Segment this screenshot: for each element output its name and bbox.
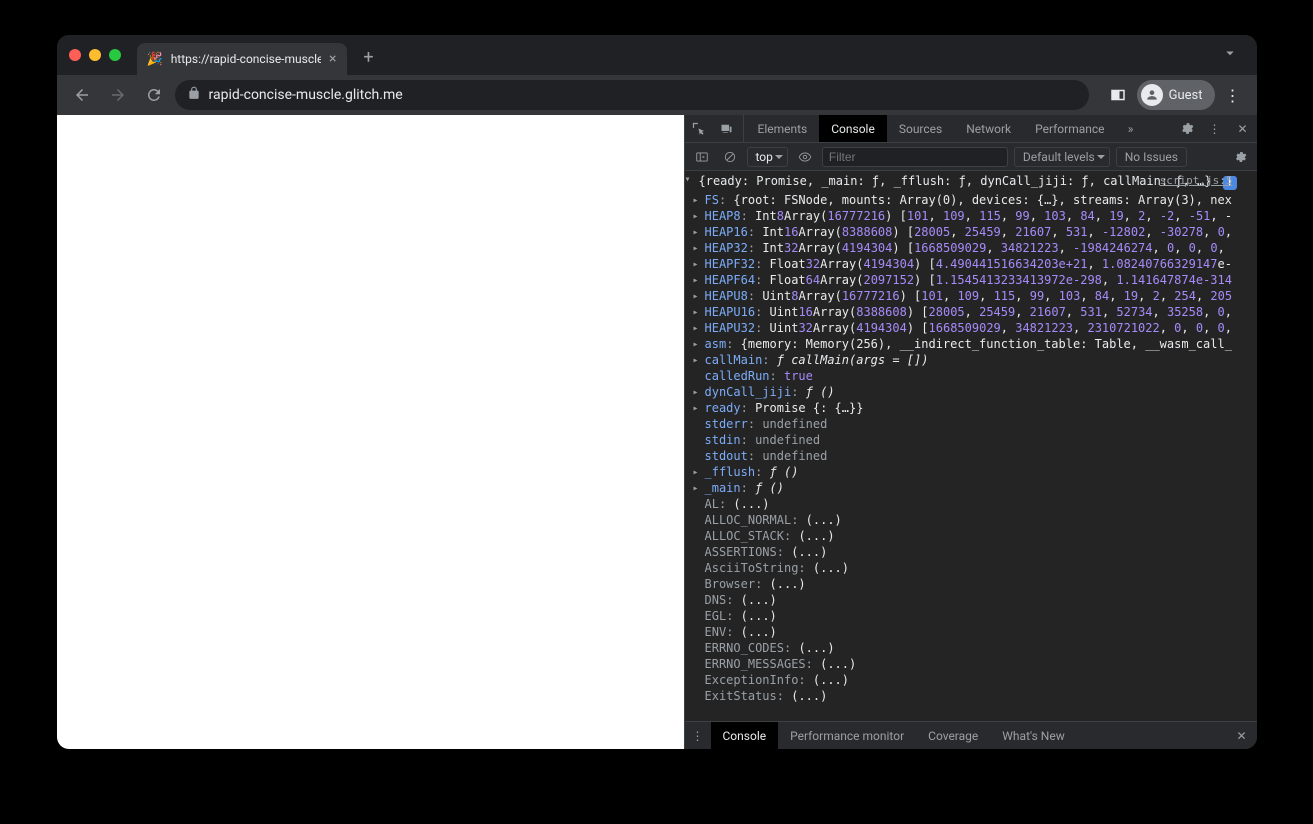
object-property[interactable]: callMain: ƒ callMain(args = []) bbox=[685, 352, 1257, 368]
tab-strip: 🎉 https://rapid-concise-muscle.g × + bbox=[57, 35, 1257, 75]
object-property: ENV: (...) bbox=[685, 624, 1257, 640]
object-property: ASSERTIONS: (...) bbox=[685, 544, 1257, 560]
issues-button[interactable]: No Issues bbox=[1116, 147, 1187, 167]
profile-label: Guest bbox=[1169, 88, 1203, 103]
object-property[interactable]: HEAP16: Int16Array(8388608) [28005, 2545… bbox=[685, 224, 1257, 240]
object-property[interactable]: _main: ƒ () bbox=[685, 480, 1257, 496]
devtools-tab-bar: ElementsConsoleSourcesNetworkPerformance… bbox=[685, 115, 1257, 143]
object-property: Browser: (...) bbox=[685, 576, 1257, 592]
object-property: AsciiToString: (...) bbox=[685, 560, 1257, 576]
object-property: ExitStatus: (...) bbox=[685, 688, 1257, 704]
close-window-button[interactable] bbox=[69, 49, 81, 61]
page-viewport[interactable] bbox=[57, 115, 684, 749]
inspect-element-button[interactable] bbox=[685, 115, 713, 142]
url-text: rapid-concise-muscle.glitch.me bbox=[209, 87, 403, 103]
toggle-sidebar-button[interactable] bbox=[691, 146, 713, 168]
drawer-menu-button[interactable]: ⋮ bbox=[685, 729, 711, 743]
clear-console-button[interactable] bbox=[719, 146, 741, 168]
execution-context-selector[interactable]: top bbox=[747, 147, 788, 167]
content-area: ElementsConsoleSourcesNetworkPerformance… bbox=[57, 115, 1257, 749]
devtools-tab-elements[interactable]: Elements bbox=[746, 115, 820, 142]
profile-button[interactable]: Guest bbox=[1137, 80, 1215, 110]
device-toolbar-button[interactable] bbox=[713, 115, 741, 142]
console-settings-button[interactable] bbox=[1229, 146, 1251, 168]
drawer-tab-coverage[interactable]: Coverage bbox=[916, 722, 990, 749]
object-property: EGL: (...) bbox=[685, 608, 1257, 624]
devtools-tab-network[interactable]: Network bbox=[954, 115, 1023, 142]
object-property[interactable]: HEAPF64: Float64Array(2097152) [1.154541… bbox=[685, 272, 1257, 288]
new-tab-button[interactable]: + bbox=[355, 43, 383, 71]
devtools-tab-console[interactable]: Console bbox=[819, 115, 887, 142]
object-property: calledRun: true bbox=[685, 368, 1257, 384]
browser-toolbar: rapid-concise-muscle.glitch.me Guest ⋮ bbox=[57, 75, 1257, 115]
more-tabs-button[interactable]: » bbox=[1117, 115, 1145, 142]
object-property[interactable]: dynCall_jiji: ƒ () bbox=[685, 384, 1257, 400]
close-devtools-button[interactable]: ✕ bbox=[1229, 122, 1257, 136]
favicon-icon: 🎉 bbox=[147, 52, 163, 67]
settings-button[interactable] bbox=[1173, 121, 1201, 136]
console-output[interactable]: script.js:5 {ready: Promise, _main: ƒ, _… bbox=[685, 171, 1257, 721]
browser-tab[interactable]: 🎉 https://rapid-concise-muscle.g × bbox=[137, 43, 347, 75]
object-property: stdout: undefined bbox=[685, 448, 1257, 464]
devtools-tab-performance[interactable]: Performance bbox=[1023, 115, 1116, 142]
console-toolbar: top Default levels No Issues bbox=[685, 143, 1257, 171]
object-property: ALLOC_STACK: (...) bbox=[685, 528, 1257, 544]
object-summary: {ready: Promise, _main: ƒ, _fflush: ƒ, d… bbox=[699, 174, 1212, 188]
live-expression-button[interactable] bbox=[794, 146, 816, 168]
object-property[interactable]: asm: {memory: Memory(256), __indirect_fu… bbox=[685, 336, 1257, 352]
object-property: ERRNO_MESSAGES: (...) bbox=[685, 656, 1257, 672]
object-property[interactable]: HEAPU32: Uint32Array(4194304) [166850902… bbox=[685, 320, 1257, 336]
log-levels-selector[interactable]: Default levels bbox=[1014, 147, 1110, 167]
object-property[interactable]: HEAPU8: Uint8Array(16777216) [101, 109, … bbox=[685, 288, 1257, 304]
avatar-icon bbox=[1141, 84, 1163, 106]
object-property: ExceptionInfo: (...) bbox=[685, 672, 1257, 688]
lock-icon bbox=[187, 86, 201, 104]
tab-list-button[interactable] bbox=[1221, 44, 1249, 66]
maximize-window-button[interactable] bbox=[109, 49, 121, 61]
object-property[interactable]: FS: {root: FSNode, mounts: Array(0), dev… bbox=[685, 192, 1257, 208]
source-link[interactable]: script.js:5 bbox=[1160, 173, 1233, 189]
drawer-tab-console[interactable]: Console bbox=[711, 722, 779, 749]
object-property: DNS: (...) bbox=[685, 592, 1257, 608]
drawer-tab-performance-monitor[interactable]: Performance monitor bbox=[778, 722, 916, 749]
object-property[interactable]: HEAPF32: Float32Array(4194304) [4.490441… bbox=[685, 256, 1257, 272]
drawer-tab-what-s-new[interactable]: What's New bbox=[990, 722, 1076, 749]
devtools-panel: ElementsConsoleSourcesNetworkPerformance… bbox=[684, 115, 1257, 749]
object-property[interactable]: ready: Promise {: {…}} bbox=[685, 400, 1257, 416]
minimize-window-button[interactable] bbox=[89, 49, 101, 61]
devtools-drawer: ⋮ ConsolePerformance monitorCoverageWhat… bbox=[685, 721, 1257, 749]
address-bar[interactable]: rapid-concise-muscle.glitch.me bbox=[175, 80, 1089, 110]
devtools-tab-sources[interactable]: Sources bbox=[887, 115, 954, 142]
object-property[interactable]: HEAPU16: Uint16Array(8388608) [28005, 25… bbox=[685, 304, 1257, 320]
object-property: ALLOC_NORMAL: (...) bbox=[685, 512, 1257, 528]
object-property[interactable]: _fflush: ƒ () bbox=[685, 464, 1257, 480]
object-property[interactable]: HEAP8: Int8Array(16777216) [101, 109, 11… bbox=[685, 208, 1257, 224]
object-property: stderr: undefined bbox=[685, 416, 1257, 432]
back-button[interactable] bbox=[67, 80, 97, 110]
console-filter-input[interactable] bbox=[822, 147, 1008, 167]
browser-window: 🎉 https://rapid-concise-muscle.g × + rap… bbox=[57, 35, 1257, 749]
devtools-menu-button[interactable]: ⋮ bbox=[1201, 122, 1229, 136]
object-property: stdin: undefined bbox=[685, 432, 1257, 448]
close-tab-button[interactable]: × bbox=[329, 51, 336, 67]
close-drawer-button[interactable]: ✕ bbox=[1226, 729, 1256, 743]
forward-button[interactable] bbox=[103, 80, 133, 110]
object-property[interactable]: HEAP32: Int32Array(4194304) [1668509029,… bbox=[685, 240, 1257, 256]
side-panel-button[interactable] bbox=[1103, 80, 1133, 110]
object-property: AL: (...) bbox=[685, 496, 1257, 512]
window-controls bbox=[65, 49, 129, 61]
menu-button[interactable]: ⋮ bbox=[1219, 86, 1247, 105]
object-property: ERRNO_CODES: (...) bbox=[685, 640, 1257, 656]
reload-button[interactable] bbox=[139, 80, 169, 110]
tab-title: https://rapid-concise-muscle.g bbox=[171, 52, 321, 66]
